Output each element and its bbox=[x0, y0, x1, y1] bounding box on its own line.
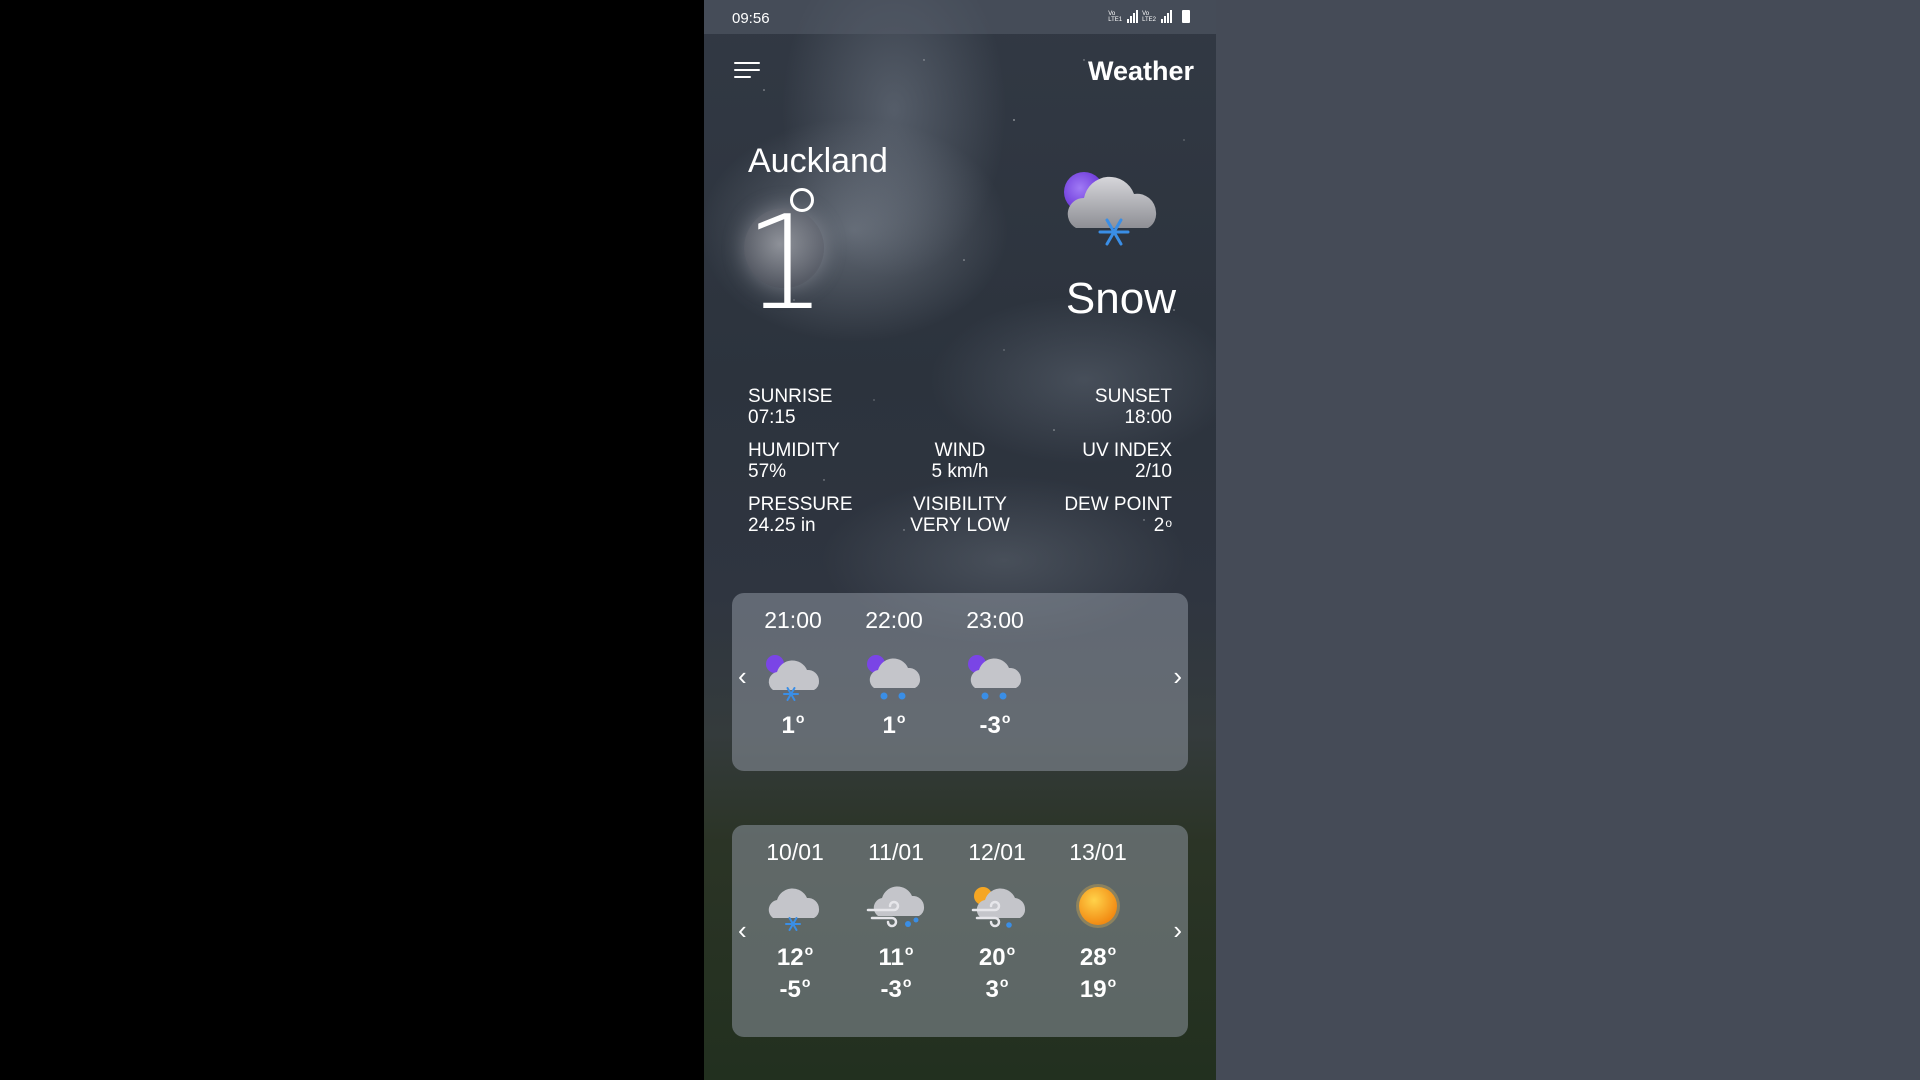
wind-value: 5 km/h bbox=[931, 461, 989, 482]
hourly-time: 21:00 bbox=[764, 607, 822, 633]
hourly-item[interactable]: 21:00 1o bbox=[748, 607, 838, 740]
hourly-time: 22:00 bbox=[865, 607, 923, 633]
snow-cloud-icon bbox=[768, 888, 820, 931]
daily-high: 12o bbox=[776, 942, 814, 971]
hourly-next-arrow[interactable]: › bbox=[1173, 663, 1182, 689]
daily-prev-arrow[interactable]: ‹ bbox=[738, 917, 747, 943]
daily-item[interactable]: 13/01 28o 19o bbox=[1053, 839, 1143, 1004]
night-snow-cloud-icon bbox=[766, 655, 820, 701]
left-black-area bbox=[0, 0, 704, 1080]
daily-item[interactable]: 10/01 12o -5o bbox=[750, 839, 840, 1004]
hourly-item[interactable]: 22:00 1o bbox=[849, 607, 939, 740]
status-icons: Vo LTE1 Vo LTE2 bbox=[1108, 9, 1190, 23]
visibility-detail: VISIBILITY VERY LOW bbox=[900, 494, 1020, 536]
status-bar: 09:56 Vo LTE1 Vo LTE2 bbox=[704, 0, 1216, 34]
degree-symbol bbox=[790, 188, 814, 212]
daily-date: 13/01 bbox=[1069, 839, 1127, 865]
pressure-label: PRESSURE bbox=[748, 494, 853, 515]
city-name: Auckland bbox=[748, 142, 888, 180]
sun-icon bbox=[1076, 884, 1120, 928]
pressure-detail: PRESSURE 24.25 in bbox=[748, 494, 853, 536]
night-snow-cloud-icon bbox=[867, 655, 921, 700]
daily-date: 10/01 bbox=[766, 839, 824, 865]
sunrise-label: SUNRISE bbox=[748, 386, 833, 407]
wind-snow-cloud-icon bbox=[866, 886, 925, 928]
uv-index-value: 2/10 bbox=[1135, 461, 1172, 482]
sunset-label: SUNSET bbox=[1094, 386, 1172, 407]
signal-icon bbox=[1127, 9, 1139, 23]
hourly-temp: -3o bbox=[979, 710, 1011, 739]
daily-low: 19o bbox=[1079, 974, 1117, 1003]
daily-date: 12/01 bbox=[968, 839, 1026, 865]
sunset-value: 18:00 bbox=[1124, 407, 1172, 428]
hourly-temp: 1o bbox=[781, 710, 805, 739]
sunrise-detail: SUNRISE 07:15 bbox=[748, 386, 832, 428]
daily-next-arrow[interactable]: › bbox=[1173, 917, 1182, 943]
night-snow-cloud-icon bbox=[1064, 172, 1157, 246]
volte1-icon: Vo LTE1 bbox=[1108, 11, 1123, 23]
dew-point-value: 2o bbox=[1153, 515, 1172, 536]
wind-label: WIND bbox=[934, 440, 986, 461]
sunrise-value: 07:15 bbox=[748, 407, 796, 428]
hamburger-menu-icon[interactable] bbox=[734, 62, 764, 84]
daily-high: 11o bbox=[878, 942, 914, 971]
visibility-label: VISIBILITY bbox=[913, 494, 1007, 515]
hourly-forecast-panel: ‹ › 21:00 1o 22:00 1o 23:00 -3o bbox=[732, 593, 1188, 771]
humidity-value: 57% bbox=[748, 461, 787, 482]
signal-icon bbox=[1161, 9, 1172, 23]
sun-wind-snow-cloud-icon bbox=[971, 887, 1026, 928]
daily-item[interactable]: 11/01 11o -3o bbox=[851, 839, 941, 1004]
daily-high: 28o bbox=[1079, 942, 1117, 971]
pressure-value: 24.25 in bbox=[748, 515, 816, 536]
hourly-time: 23:00 bbox=[966, 607, 1024, 633]
uv-index-detail: UV INDEX 2/10 bbox=[1082, 440, 1172, 482]
night-snow-cloud-icon bbox=[968, 655, 1022, 700]
daily-date: 11/01 bbox=[868, 839, 924, 865]
current-temperature: 1 bbox=[744, 187, 827, 339]
visibility-value: VERY LOW bbox=[910, 515, 1010, 536]
uv-index-label: UV INDEX bbox=[1082, 440, 1172, 461]
daily-item[interactable]: 12/01 20o 3o bbox=[952, 839, 1042, 1004]
volte2-icon: Vo LTE2 bbox=[1142, 11, 1156, 23]
battery-icon bbox=[1182, 10, 1190, 23]
daily-high: 20o bbox=[978, 942, 1016, 971]
daily-forecast-panel: ‹ › 10/01 12o -5o 11/01 11o -3o 12/01 20… bbox=[732, 825, 1188, 1037]
humidity-detail: HUMIDITY 57% bbox=[748, 440, 840, 482]
humidity-label: HUMIDITY bbox=[748, 440, 840, 461]
condition-text: Snow bbox=[1065, 274, 1176, 323]
daily-low: -5o bbox=[779, 974, 811, 1003]
hourly-item[interactable]: 23:00 -3o bbox=[950, 607, 1040, 740]
phone-screen: 09:56 VoLTE1 VoLTE2 Weather Auckland 1 bbox=[704, 0, 1216, 1080]
daily-low: 3o bbox=[985, 974, 1009, 1003]
hourly-temp: 1o bbox=[882, 710, 906, 739]
daily-low: -3o bbox=[880, 974, 912, 1003]
wind-detail: WIND 5 km/h bbox=[910, 440, 1010, 482]
dew-point-detail: DEW POINT 2o bbox=[1064, 494, 1172, 536]
status-time: 09:56 bbox=[732, 10, 770, 27]
sunset-detail: SUNSET 18:00 bbox=[1095, 386, 1172, 428]
hourly-prev-arrow[interactable]: ‹ bbox=[738, 663, 747, 689]
app-title: Weather bbox=[1087, 56, 1194, 86]
dew-point-label: DEW POINT bbox=[1064, 494, 1172, 515]
